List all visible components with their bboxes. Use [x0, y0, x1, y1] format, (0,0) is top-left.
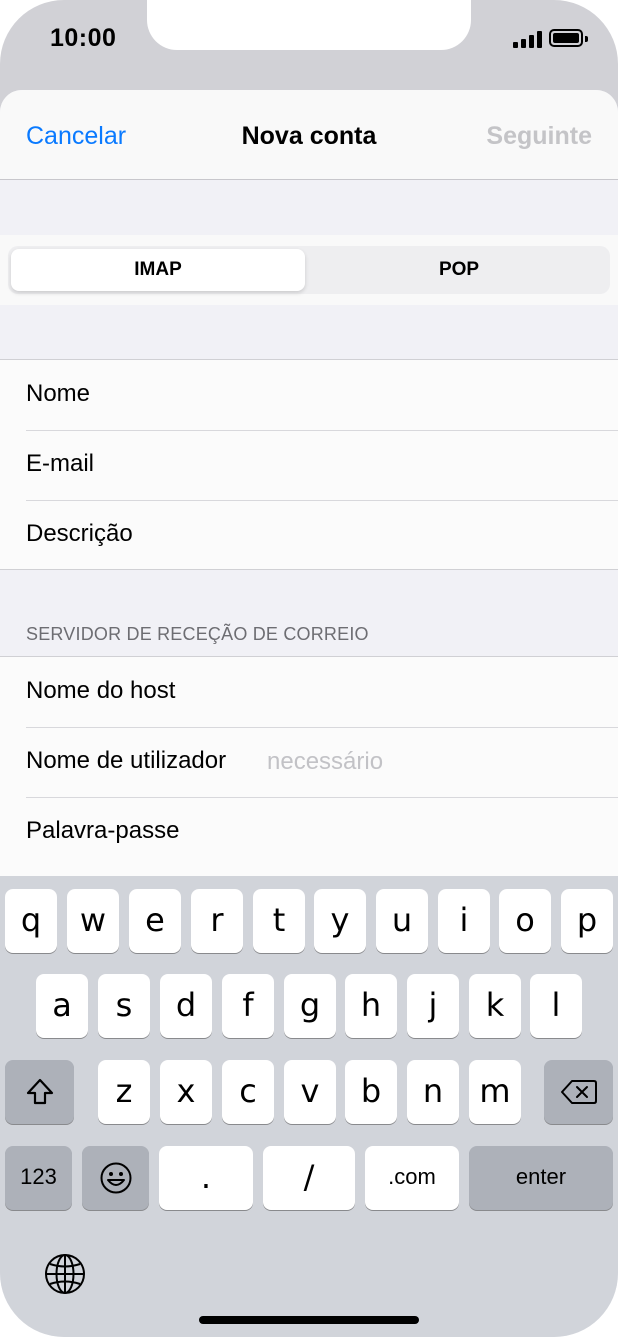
key-c[interactable]: c	[222, 1060, 274, 1124]
key-b[interactable]: b	[345, 1060, 397, 1124]
key-s[interactable]: s	[98, 974, 150, 1038]
key-i[interactable]: i	[438, 889, 490, 953]
navigation-bar: Cancelar Nova conta Seguinte	[0, 90, 618, 180]
key-k[interactable]: k	[469, 974, 521, 1038]
incoming-server-header: SERVIDOR DE RECEÇÃO DE CORREIO	[26, 624, 369, 644]
backspace-key[interactable]	[544, 1060, 613, 1124]
backspace-icon	[560, 1080, 597, 1104]
description-field[interactable]: Descrição	[0, 500, 618, 570]
email-field[interactable]: E-mail	[0, 430, 618, 500]
battery-icon	[549, 29, 588, 47]
key-g[interactable]: g	[284, 974, 336, 1038]
password-label: Palavra-passe	[26, 817, 180, 844]
password-field[interactable]: Palavra-passe	[0, 797, 618, 867]
key-n[interactable]: n	[407, 1060, 459, 1124]
username-label: Nome de utilizador	[26, 747, 227, 774]
key-d[interactable]: d	[160, 974, 212, 1038]
cellular-signal-icon	[513, 30, 543, 48]
enter-key[interactable]: enter	[469, 1146, 613, 1210]
protocol-segment-section: IMAP POP	[0, 235, 618, 305]
key-p[interactable]: p	[561, 889, 613, 953]
globe-icon[interactable]	[43, 1252, 87, 1296]
name-field[interactable]: Nome	[0, 360, 618, 430]
key-h[interactable]: h	[345, 974, 397, 1038]
numbers-key[interactable]: 123	[5, 1146, 72, 1210]
key-w[interactable]: w	[67, 889, 119, 953]
hostname-label: Nome do host	[26, 677, 176, 704]
key-j[interactable]: j	[407, 974, 459, 1038]
key-z[interactable]: z	[98, 1060, 150, 1124]
key-t[interactable]: t	[253, 889, 305, 953]
key-y[interactable]: y	[314, 889, 366, 953]
hostname-field[interactable]: Nome do host	[0, 657, 618, 727]
key-x[interactable]: x	[160, 1060, 212, 1124]
key-u[interactable]: u	[376, 889, 428, 953]
username-field[interactable]: Nome de utilizador necessário	[0, 727, 618, 797]
emoji-icon	[100, 1162, 131, 1194]
email-label: E-mail	[26, 450, 95, 477]
period-key[interactable]: .	[159, 1146, 253, 1210]
key-r[interactable]: r	[191, 889, 243, 953]
key-a[interactable]: a	[36, 974, 88, 1038]
slash-key[interactable]: /	[263, 1146, 355, 1210]
segment-imap[interactable]: IMAP	[11, 249, 305, 291]
cancel-button[interactable]: Cancelar	[26, 122, 126, 151]
key-m[interactable]: m	[469, 1060, 521, 1124]
key-e[interactable]: e	[129, 889, 181, 953]
username-placeholder: necessário	[267, 748, 384, 775]
dotcom-key[interactable]: .com	[365, 1146, 459, 1210]
status-time: 10:00	[50, 24, 117, 52]
key-o[interactable]: o	[499, 889, 551, 953]
name-label: Nome	[26, 380, 91, 407]
key-v[interactable]: v	[284, 1060, 336, 1124]
keyboard: q w e r t y u i o p a s d f g h j k l z …	[0, 876, 618, 1337]
notch	[147, 0, 471, 50]
segment-pop[interactable]: POP	[308, 246, 610, 294]
emoji-key[interactable]	[82, 1146, 149, 1210]
key-q[interactable]: q	[5, 889, 57, 953]
phone-screen: 10:00 Cancelar Nova conta Seguinte IMAP …	[0, 0, 618, 1337]
incoming-server-group: Nome do host Nome de utilizador necessár…	[0, 656, 618, 876]
key-f[interactable]: f	[222, 974, 274, 1038]
protocol-segmented-control: IMAP POP	[8, 246, 610, 294]
description-label: Descrição	[26, 520, 133, 547]
shift-key[interactable]	[5, 1060, 74, 1124]
account-fields-group: Nome E-mail Descrição	[0, 359, 618, 570]
key-l[interactable]: l	[530, 974, 582, 1038]
shift-icon	[26, 1078, 53, 1105]
next-button[interactable]: Seguinte	[486, 122, 592, 151]
home-indicator[interactable]	[199, 1316, 419, 1324]
